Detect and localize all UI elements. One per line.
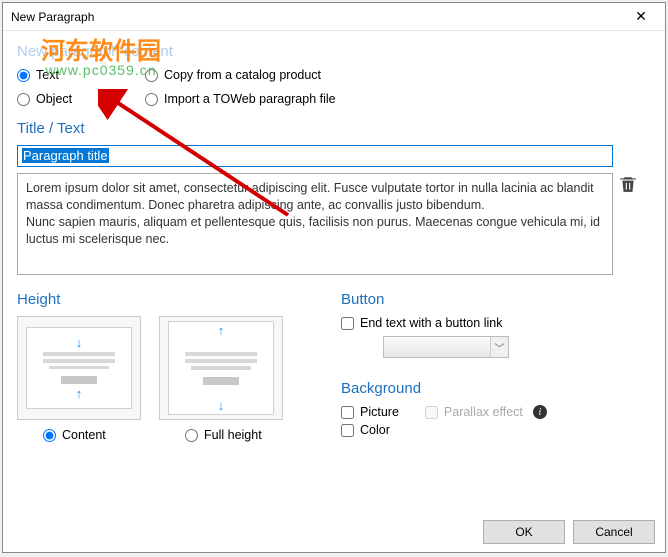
lower-columns: Height ↓ ↑ ↑	[17, 291, 651, 443]
button-style-row: ﹀	[383, 336, 651, 362]
chk-color-input[interactable]	[341, 424, 354, 437]
section-button-title: Button	[341, 291, 651, 308]
button-style-combo[interactable]: ﹀	[383, 336, 509, 358]
chevron-down-icon: ﹀	[490, 337, 508, 357]
height-cards: ↓ ↑ ↑ ↓	[17, 316, 313, 420]
radio-copy-label: Copy from a catalog product	[164, 68, 321, 82]
radio-copy-input[interactable]	[145, 69, 158, 82]
right-column: Button End text with a button link ﹀ Bac…	[341, 291, 651, 443]
chk-color[interactable]: Color	[341, 423, 651, 437]
chk-end-text-button-label: End text with a button link	[360, 316, 502, 330]
height-card-content-preview: ↓ ↑	[26, 327, 132, 409]
section-height-title: Height	[17, 291, 313, 308]
trash-icon[interactable]	[619, 175, 637, 193]
paragraph-title-input[interactable]: Paragraph title	[17, 145, 613, 167]
radio-import-input[interactable]	[145, 93, 158, 106]
height-card-full[interactable]: ↑ ↓	[159, 316, 283, 420]
arrow-up-icon: ↑	[218, 324, 225, 337]
window-title: New Paragraph	[11, 10, 619, 24]
section-title-text: Title / Text	[17, 120, 651, 137]
chk-picture-label: Picture	[360, 405, 399, 419]
dialog-window: New Paragraph ✕ 河东软件园 www.pc0359.cn New …	[2, 2, 666, 553]
title-input-wrap: Paragraph title	[17, 145, 651, 167]
close-icon: ✕	[635, 8, 647, 25]
radio-height-full[interactable]: Full height	[159, 428, 283, 442]
chk-parallax-label: Parallax effect	[444, 405, 523, 419]
close-button[interactable]: ✕	[619, 3, 663, 31]
chk-color-label: Color	[360, 423, 390, 437]
height-card-content[interactable]: ↓ ↑	[17, 316, 141, 420]
chk-picture[interactable]: Picture	[341, 405, 399, 419]
radio-copy[interactable]: Copy from a catalog product	[145, 68, 336, 82]
arrow-down-icon: ↓	[76, 336, 83, 349]
chk-parallax: Parallax effect i	[425, 405, 547, 419]
arrow-down-icon: ↓	[218, 399, 225, 412]
chk-end-text-button[interactable]: End text with a button link	[341, 316, 651, 330]
chk-parallax-input	[425, 406, 438, 419]
dialog-footer: OK Cancel	[3, 512, 665, 552]
radio-height-full-input[interactable]	[185, 429, 198, 442]
chk-picture-input[interactable]	[341, 406, 354, 419]
section-new-paragraph-title: New paragraph content	[17, 43, 651, 60]
content-type-radios: Text Object Copy from a catalog product …	[17, 68, 651, 106]
radio-height-full-label: Full height	[204, 428, 262, 442]
chk-end-text-button-input[interactable]	[341, 317, 354, 330]
cancel-button[interactable]: Cancel	[573, 520, 655, 544]
radio-height-content-input[interactable]	[43, 429, 56, 442]
titlebar: New Paragraph ✕	[3, 3, 665, 31]
radio-text[interactable]: Text	[17, 68, 145, 82]
textarea-row	[17, 173, 651, 275]
radio-object-input[interactable]	[17, 93, 30, 106]
height-column: Height ↓ ↑ ↑	[17, 291, 313, 443]
content-area: 河东软件园 www.pc0359.cn New paragraph conten…	[3, 31, 665, 512]
ok-button[interactable]: OK	[483, 520, 565, 544]
arrow-up-icon: ↑	[76, 387, 83, 400]
radio-import[interactable]: Import a TOWeb paragraph file	[145, 92, 336, 106]
radio-text-label: Text	[36, 68, 59, 82]
radio-object[interactable]: Object	[17, 92, 145, 106]
radio-text-input[interactable]	[17, 69, 30, 82]
radio-import-label: Import a TOWeb paragraph file	[164, 92, 336, 106]
paragraph-body-textarea[interactable]	[17, 173, 613, 275]
combo-body	[384, 337, 490, 357]
height-radio-row: Content Full height	[17, 428, 313, 442]
height-card-full-preview: ↑ ↓	[168, 321, 274, 415]
title-input-value: Paragraph title	[22, 148, 109, 163]
radio-object-label: Object	[36, 92, 72, 106]
radio-height-content[interactable]: Content	[17, 428, 141, 442]
info-icon[interactable]: i	[533, 405, 547, 419]
radio-height-content-label: Content	[62, 428, 106, 442]
section-background-title: Background	[341, 380, 651, 397]
